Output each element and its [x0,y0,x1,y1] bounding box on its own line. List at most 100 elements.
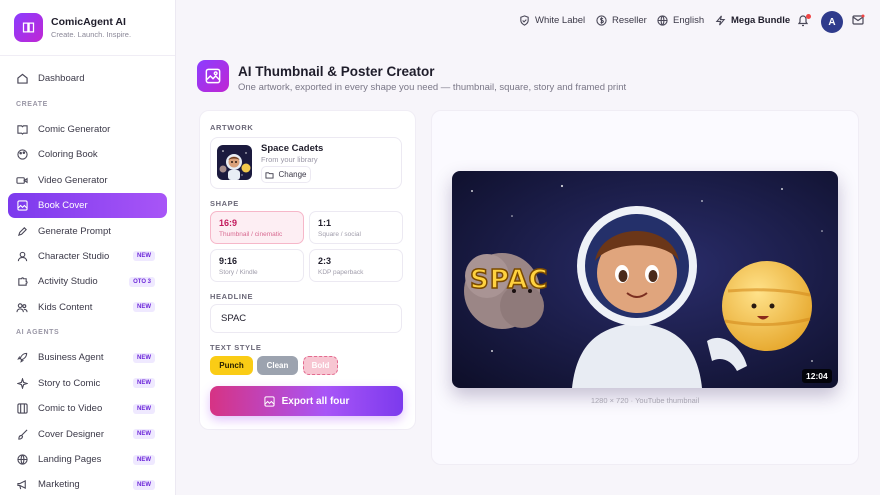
folder-icon [265,171,274,179]
image-edit-icon [197,60,229,92]
reseller-link[interactable]: Reseller [596,15,647,26]
sidebar-item-activity-studio[interactable]: Activity Studio OTO 3 [8,269,167,294]
pen-icon [16,225,28,237]
preview-caption: 1280 × 720 · YouTube thumbnail [590,396,700,405]
style-bold-button[interactable]: Bold [303,356,338,375]
change-artwork-button[interactable]: Change [261,166,311,183]
sidebar-item-dashboard[interactable]: Dashboard [8,66,167,91]
style-clean-button[interactable]: Clean [257,356,298,375]
new-badge: NEW [133,454,155,465]
sidebar: ComicAgent AI Create. Launch. Inspire. D… [0,0,176,495]
white-label-text: White Label [535,15,586,26]
sidebar-item-label: Comic to Video [38,403,103,415]
new-badge: NEW [133,378,155,389]
sidebar-item-comic-generator[interactable]: Comic Generator [8,117,167,142]
brand-title: ComicAgent AI [51,16,126,28]
sidebar-item-label: Landing Pages [38,454,102,466]
palette-icon [16,149,28,161]
artwork-thumbnail [217,145,252,180]
sidebar-item-label: Dashboard [38,73,85,85]
shape-option-9-16[interactable]: 9:16 Story / Kindle [210,249,304,282]
sidebar-item-label: Video Generator [38,174,108,186]
brand-subtitle: Create. Launch. Inspire. [51,30,132,39]
headline-input[interactable] [210,304,402,333]
new-badge: NEW [133,429,155,440]
sidebar-item-kids-content[interactable]: Kids Content NEW [8,295,167,320]
users-icon [16,301,28,313]
sidebar-item-label: Marketing [38,479,80,491]
puzzle-icon [16,276,28,288]
megaphone-icon [16,479,28,491]
sidebar-item-story-to-comic[interactable]: Story to Comic NEW [8,371,167,396]
sidebar-section-ai-agents: AI AGENTS [16,329,60,337]
image-edit-icon [16,200,28,212]
sidebar-item-coloring-book[interactable]: Coloring Book [8,142,167,167]
style-punch-button[interactable]: Punch [210,356,253,375]
sidebar-item-book-cover[interactable]: Book Cover [8,192,167,219]
language-text: English [673,15,705,26]
shape-ratio: 1:1 [318,218,332,228]
new-badge: NEW [133,302,155,313]
notification-dot [806,14,811,19]
shape-option-1-1[interactable]: 1:1 Square / social [309,211,403,244]
oto-badge: OTO 3 [129,276,155,287]
language-selector[interactable]: English [657,15,704,26]
page-title: AI Thumbnail & Poster Creator [238,64,435,79]
sidebar-item-generate-prompt[interactable]: Generate Prompt [8,218,167,243]
sparkle-icon [16,377,28,389]
sidebar-item-label: Generate Prompt [38,225,111,237]
book-open-icon [16,123,28,135]
sidebar-item-character-studio[interactable]: Character Studio NEW [8,244,167,269]
sidebar-item-video-generator[interactable]: Video Generator [8,168,167,193]
brush-icon [16,428,28,440]
shape-label: SHAPE [210,199,239,208]
shape-option-16-9[interactable]: 16:9 Thumbnail / cinematic [210,211,304,244]
user-icon [16,250,28,262]
film-icon [16,403,28,415]
sidebar-item-cover-designer[interactable]: Cover Designer NEW [8,421,167,446]
export-all-button[interactable]: Export all four [210,386,403,416]
globe-icon [16,454,28,466]
mail-icon[interactable] [852,14,865,29]
sidebar-item-label: Story to Comic [38,377,101,389]
artwork-label: ARTWORK [210,123,254,132]
new-badge: NEW [133,251,155,262]
sidebar-item-label: Business Agent [38,352,104,364]
mega-bundle-text: Mega Bundle [731,15,791,26]
sidebar-item-business-agent[interactable]: Business Agent NEW [8,345,167,370]
change-label: Change [278,170,307,179]
shield-icon [519,15,530,26]
lightning-icon [715,15,726,26]
preview-headline: SPAC [469,264,549,296]
sidebar-item-marketing[interactable]: Marketing NEW [8,472,167,495]
shape-ratio: 16:9 [219,218,238,228]
sidebar-item-label: Comic Generator [38,123,111,135]
sidebar-item-label: Book Cover [38,200,88,212]
thumbnail-preview: SPAC [452,171,838,388]
mega-bundle-link[interactable]: Mega Bundle [715,15,790,26]
sidebar-item-label: Character Studio [38,250,110,262]
sidebar-nav: Dashboard CREATE Comic Generator Colorin… [8,66,167,495]
shape-desc: Square / social [318,231,361,238]
shape-desc: KDP paperback [318,269,364,276]
shape-option-2-3[interactable]: 2:3 KDP paperback [309,249,403,282]
globe-icon [657,15,668,26]
sidebar-item-comic-to-video[interactable]: Comic to Video NEW [8,396,167,421]
sidebar-item-landing-pages[interactable]: Landing Pages NEW [8,447,167,472]
sidebar-item-label: Coloring Book [38,149,98,161]
artwork-name: Space Cadets [261,143,324,154]
artwork-source: From your library [261,155,318,164]
book-logo-icon [14,13,43,42]
brand[interactable]: ComicAgent AI Create. Launch. Inspire. [14,13,131,42]
avatar[interactable]: A [821,11,843,33]
preview-timestamp: 12:04 [802,369,832,383]
new-badge: NEW [133,352,155,363]
sidebar-item-label: Kids Content [38,301,93,313]
shape-ratio: 9:16 [219,256,238,266]
shape-desc: Thumbnail / cinematic [219,231,283,238]
white-label-link[interactable]: White Label [519,15,585,26]
video-icon [16,174,28,186]
sidebar-item-label: Cover Designer [38,428,104,440]
headline-label: HEADLINE [210,292,254,301]
image-edit-icon [264,395,275,407]
